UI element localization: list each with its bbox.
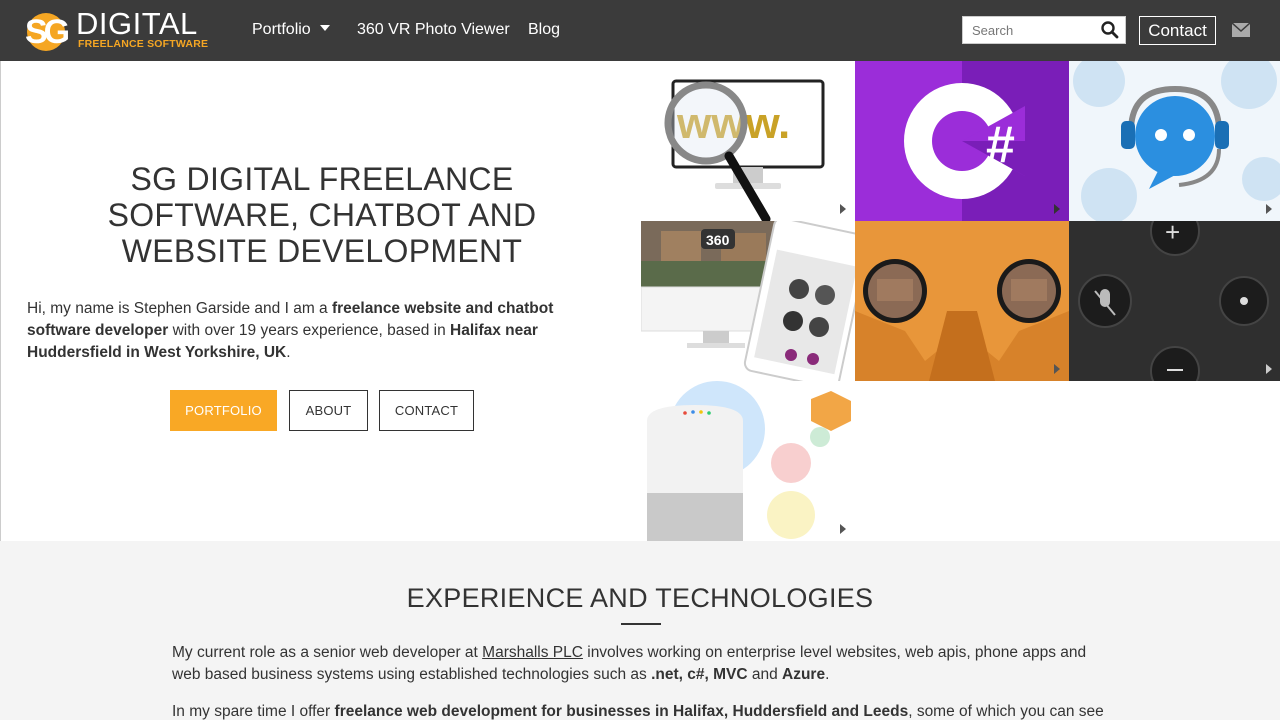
nav-blog[interactable]: Blog xyxy=(528,20,560,40)
chevron-down-icon xyxy=(319,24,330,31)
nav-portfolio[interactable]: Portfolio xyxy=(252,20,330,40)
search-box xyxy=(962,16,1126,44)
sg-monogram-icon: SG xyxy=(25,13,73,51)
chatbot-tile[interactable] xyxy=(1069,61,1280,221)
play-arrow-icon xyxy=(840,524,846,534)
para-text: My current role as a senior web develope… xyxy=(172,644,483,661)
voice-assistant-tile[interactable]: + xyxy=(1069,221,1280,381)
envelope-icon[interactable] xyxy=(1232,23,1250,37)
website-screens-icon: 360 xyxy=(641,221,855,381)
google-home-tile[interactable] xyxy=(641,381,855,541)
top-navbar: SG DIGITAL FREELANCE SOFTWARE Portfolio … xyxy=(0,0,1280,61)
play-arrow-icon xyxy=(1054,364,1060,374)
search-icon[interactable] xyxy=(1099,20,1121,40)
play-arrow-icon xyxy=(840,204,846,214)
hero-section: SG DIGITAL FREELANCE SOFTWARE, CHATBOT A… xyxy=(0,61,641,541)
hero-intro: Hi, my name is Stephen Garside and I am … xyxy=(27,298,587,364)
vr-headset-icon xyxy=(855,221,1069,381)
tech-azure: Azure xyxy=(782,666,826,683)
nav-360-vr-photo-viewer[interactable]: 360 VR Photo Viewer xyxy=(357,20,510,40)
para-text: . xyxy=(825,666,830,683)
property-site-tile[interactable]: 360 xyxy=(641,221,855,381)
logo-wordmark: DIGITAL xyxy=(76,6,198,41)
chatbot-headset-icon xyxy=(1073,61,1280,221)
svg-text:SG: SG xyxy=(25,13,69,51)
freelance-areas: freelance web development for businesses… xyxy=(334,703,909,720)
tech-list: .net, c#, MVC xyxy=(651,666,748,683)
csharp-tile[interactable]: # xyxy=(855,61,1069,221)
marshalls-link[interactable]: Marshalls PLC xyxy=(482,644,583,661)
www-search-tile[interactable]: www. xyxy=(641,61,855,221)
play-arrow-icon xyxy=(1054,204,1060,214)
vr-viewer-tile[interactable] xyxy=(855,221,1069,381)
title-divider xyxy=(621,623,661,625)
logo-tagline: FREELANCE SOFTWARE xyxy=(78,38,209,50)
portfolio-button[interactable]: PORTFOLIO xyxy=(170,390,277,431)
intro-text: Hi, my name is Stephen Garside and I am … xyxy=(27,300,332,317)
svg-text:+: + xyxy=(1165,221,1180,247)
nav-portfolio-label: Portfolio xyxy=(252,21,311,38)
sg-digital-logo[interactable]: SG DIGITAL FREELANCE SOFTWARE xyxy=(24,7,208,53)
para-text: and xyxy=(747,666,783,683)
hero-title: SG DIGITAL FREELANCE SOFTWARE, CHATBOT A… xyxy=(107,161,537,269)
smart-speaker-icon xyxy=(647,381,851,541)
intro-text: with over 19 years experience, based in xyxy=(168,322,451,339)
experience-paragraph-1: My current role as a senior web develope… xyxy=(172,642,1112,686)
microphone-icon: + xyxy=(1069,221,1280,381)
para-text: In my spare time I offer xyxy=(172,703,335,720)
svg-text:#: # xyxy=(986,116,1015,174)
play-arrow-icon xyxy=(1266,204,1272,214)
magnifier-monitor-icon: www. xyxy=(664,79,825,221)
contact-button[interactable]: Contact xyxy=(1139,16,1216,45)
search-input[interactable] xyxy=(963,17,1097,43)
experience-section: EXPERIENCE AND TECHNOLOGIES My current r… xyxy=(0,541,1280,720)
intro-text: . xyxy=(286,344,291,361)
play-arrow-icon xyxy=(1266,364,1272,374)
about-button[interactable]: ABOUT xyxy=(289,390,368,431)
para-text: , some of which you can see xyxy=(908,703,1104,720)
experience-title: EXPERIENCE AND TECHNOLOGIES xyxy=(406,583,874,613)
hero-contact-button[interactable]: CONTACT xyxy=(379,390,474,431)
svg-text:360: 360 xyxy=(706,232,730,248)
csharp-logo-icon: # xyxy=(904,61,1069,221)
